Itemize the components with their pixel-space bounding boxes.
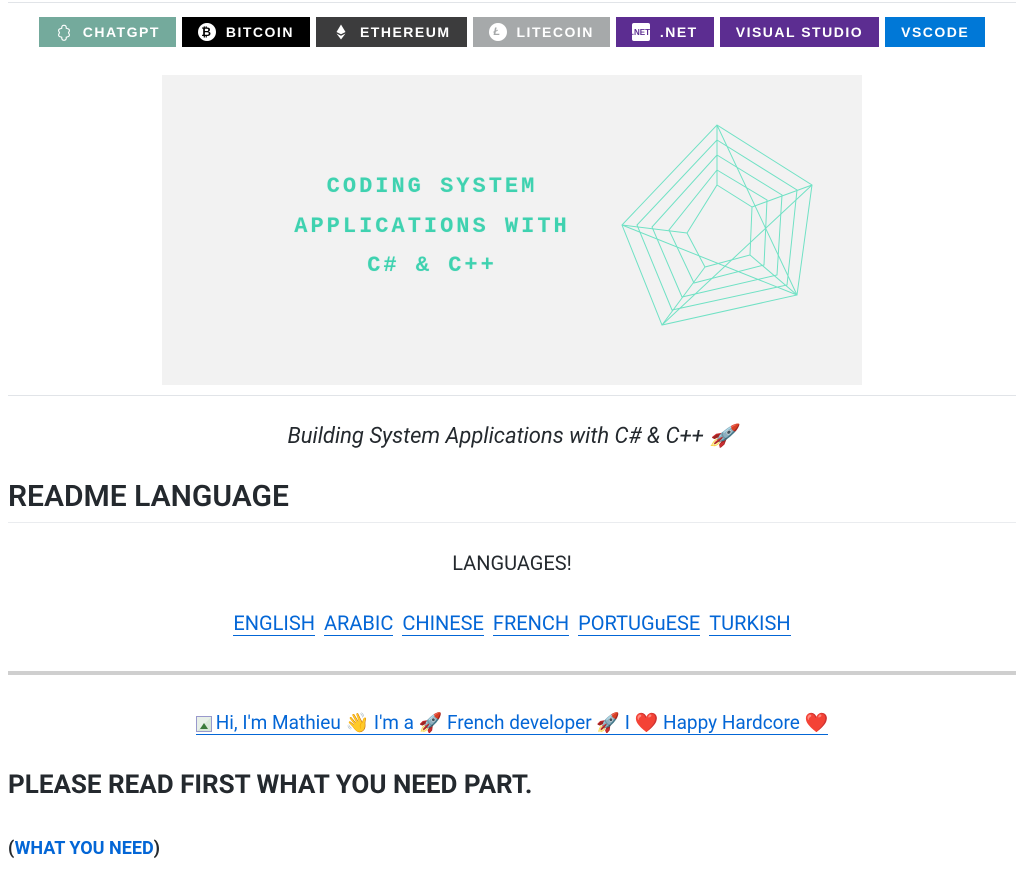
tag-visual-studio[interactable]: VISUAL STUDIO — [720, 17, 879, 47]
tag-label: LITECOIN — [517, 24, 594, 40]
lang-link-french[interactable]: FRENCH — [493, 611, 569, 636]
intro-text-1: Hi, I'm Mathieu 👋 I'm a 🚀 French develop… — [216, 711, 635, 734]
tag-label: BITCOIN — [226, 24, 294, 40]
what-you-need-link[interactable]: WHAT YOU NEED — [15, 838, 154, 859]
please-read-heading: PLEASE READ FIRST WHAT YOU NEED PART. — [8, 770, 1016, 800]
paren-open: ( — [8, 838, 15, 859]
lang-link-chinese[interactable]: CHINESE — [402, 611, 484, 636]
tech-tag-row: CHATGPT ₿ BITCOIN ETHEREUM Ł LITECOIN .N… — [8, 17, 1016, 47]
tag-bitcoin[interactable]: ₿ BITCOIN — [182, 17, 310, 47]
litecoin-icon: Ł — [489, 23, 507, 41]
languages-label: LANGUAGES! — [8, 551, 1016, 575]
readme-language-heading: README LANGUAGE — [8, 479, 1016, 523]
tag-label: .NET — [660, 24, 698, 40]
ethereum-icon — [332, 23, 350, 41]
tag-label: VSCODE — [901, 24, 969, 40]
heart-icon: ❤️ — [635, 711, 659, 734]
dotnet-icon: .NET — [632, 23, 650, 41]
what-you-need-line: (WHAT YOU NEED) — [8, 838, 1016, 859]
lang-link-english[interactable]: ENGLISH — [233, 611, 315, 636]
thick-divider — [8, 671, 1016, 675]
tag-label: CHATGPT — [83, 24, 160, 40]
banner-text: CODING SYSTEM APPLICATIONS WITH C# & C++ — [242, 167, 622, 286]
lang-link-turkish[interactable]: TURKISH — [709, 611, 790, 636]
heart-icon: ❤️ — [805, 711, 829, 734]
bitcoin-icon: ₿ — [198, 23, 216, 41]
tagline: Building System Applications with C# & C… — [8, 424, 1016, 449]
lang-link-arabic[interactable]: ARABIC — [324, 611, 393, 636]
banner-container: CODING SYSTEM APPLICATIONS WITH C# & C++ — [8, 75, 1016, 385]
lang-link-portuguese[interactable]: PORTUGuESE — [578, 611, 700, 636]
intro-link[interactable]: Hi, I'm Mathieu 👋 I'm a 🚀 French develop… — [196, 711, 829, 735]
tag-litecoin[interactable]: Ł LITECOIN — [473, 17, 610, 47]
paren-close: ) — [154, 838, 160, 859]
banner-line-1: CODING SYSTEM — [242, 167, 622, 207]
tag-label: VISUAL STUDIO — [736, 24, 863, 40]
intro-text-2: Happy Hardcore — [658, 711, 804, 734]
language-links: ENGLISH ARABIC CHINESE FRENCH PORTUGuESE… — [8, 611, 1016, 635]
chatgpt-icon — [55, 23, 73, 41]
banner-line-3: C# & C++ — [242, 246, 622, 286]
banner-polyhedron-icon — [602, 115, 832, 345]
tag-vscode[interactable]: VSCODE — [885, 17, 985, 47]
tag-ethereum[interactable]: ETHEREUM — [316, 17, 467, 47]
banner-line-2: APPLICATIONS WITH — [242, 207, 622, 247]
intro-line: Hi, I'm Mathieu 👋 I'm a 🚀 French develop… — [8, 711, 1016, 734]
broken-image-icon — [196, 716, 212, 732]
tag-chatgpt[interactable]: CHATGPT — [39, 17, 176, 47]
banner: CODING SYSTEM APPLICATIONS WITH C# & C++ — [162, 75, 862, 385]
banner-divider — [8, 395, 1016, 396]
tag-dotnet[interactable]: .NET .NET — [616, 17, 714, 47]
top-divider — [8, 2, 1016, 3]
tag-label: ETHEREUM — [360, 24, 451, 40]
